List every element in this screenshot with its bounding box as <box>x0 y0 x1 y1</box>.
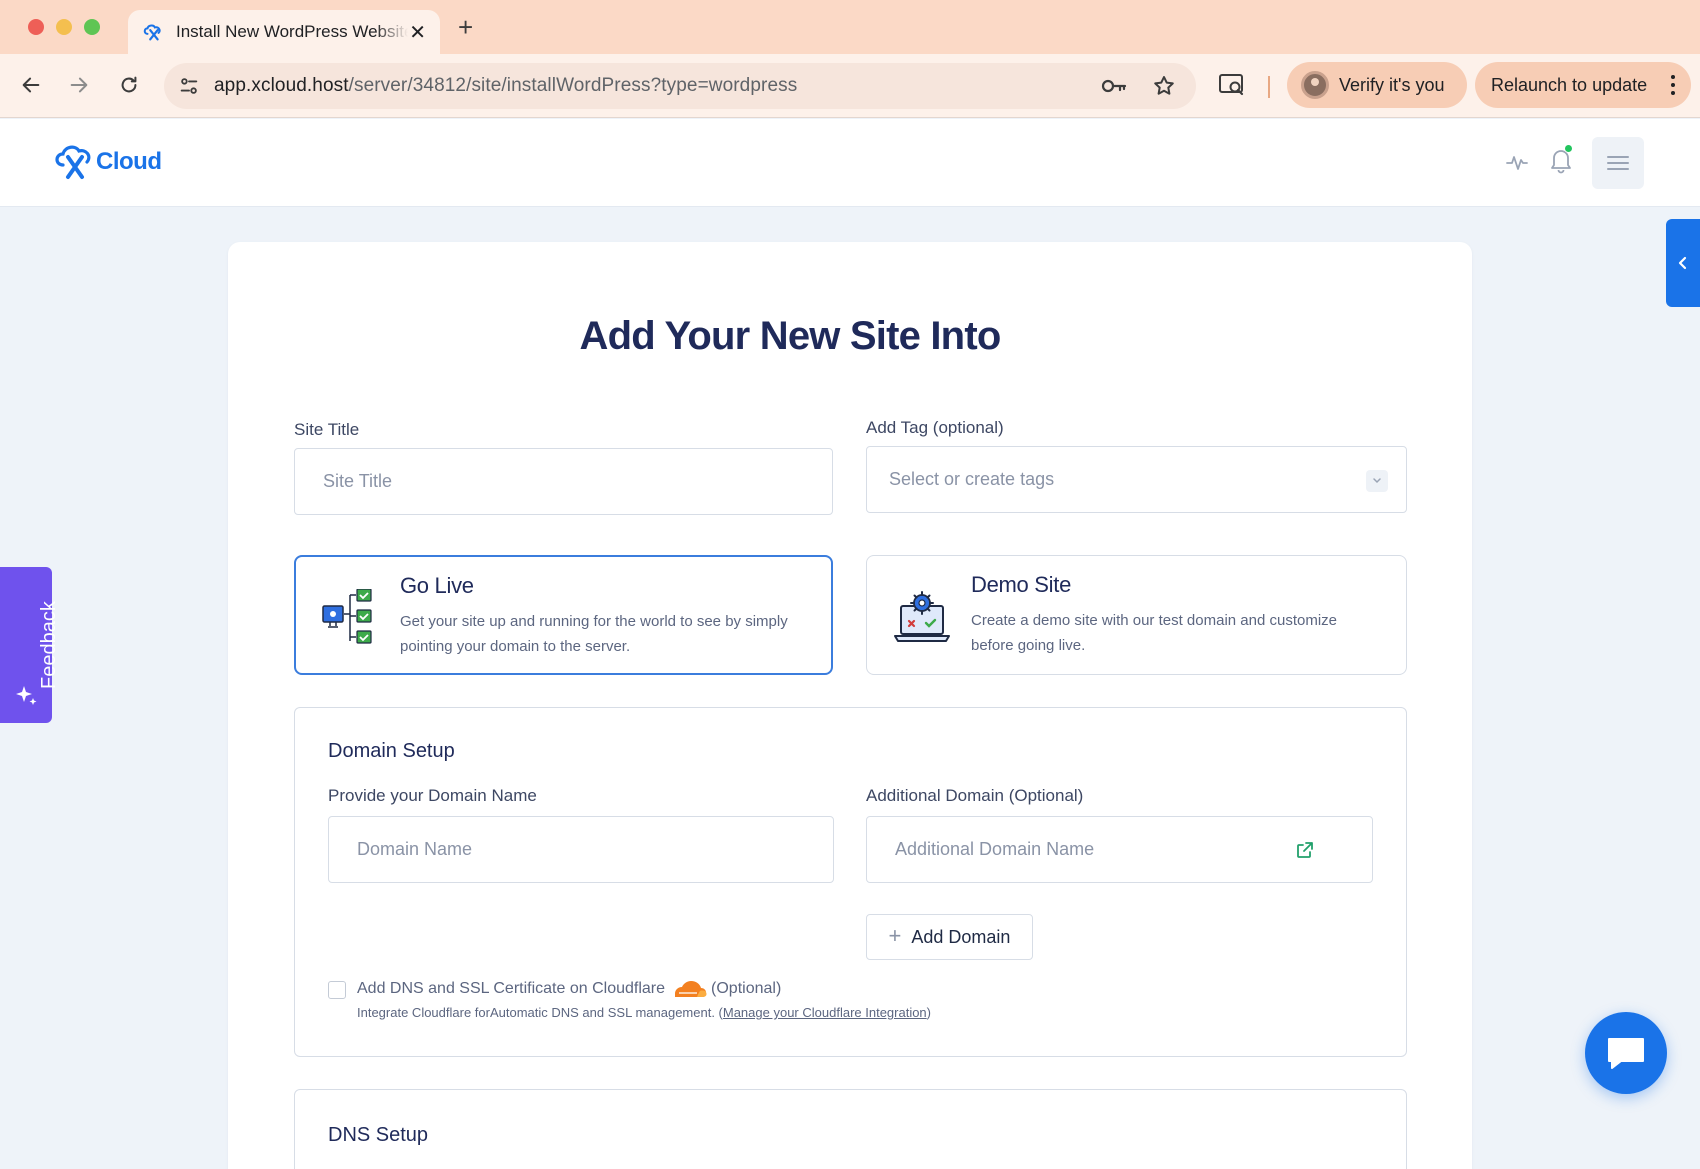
site-title-input[interactable] <box>294 448 833 515</box>
cloudflare-option-label: Add DNS and SSL Certificate on Cloudflar… <box>357 980 782 997</box>
dns-setup-title: DNS Setup <box>328 1124 429 1146</box>
verify-label: Verify it's you <box>1339 74 1445 95</box>
back-arrow-icon[interactable] <box>16 70 46 100</box>
notification-dot <box>1564 144 1573 153</box>
add-domain-label: Add Domain <box>911 926 1011 947</box>
additional-domain-label: Additional Domain (Optional) <box>866 786 1084 805</box>
add-site-card: Add Your New Site Into Site Title Add Ta… <box>228 242 1472 1169</box>
domain-name-input[interactable] <box>328 816 834 883</box>
dns-setup-section: DNS Setup <box>294 1089 1407 1169</box>
avatar <box>1301 71 1329 99</box>
domain-name-label: Provide your Domain Name <box>328 786 537 805</box>
verify-profile-button[interactable]: Verify it's you <box>1287 62 1467 108</box>
hamburger-icon <box>1607 156 1629 170</box>
plus-icon: + <box>888 923 902 948</box>
live-chat-button[interactable] <box>1585 1012 1667 1094</box>
external-link-icon[interactable] <box>1295 840 1315 860</box>
feedback-label: Feedback <box>38 601 60 689</box>
relaunch-button[interactable]: Relaunch to update <box>1475 62 1691 108</box>
chevron-left-icon <box>1678 256 1687 270</box>
logo-text: Cloud <box>96 148 162 175</box>
url-text: app.xcloud.host/server/34812/site/instal… <box>214 75 798 96</box>
new-tab-icon[interactable]: + <box>458 12 473 43</box>
tab-title: Install New WordPress Website <box>176 22 408 41</box>
close-window-button[interactable] <box>28 19 44 35</box>
toolbar-divider <box>1268 76 1270 98</box>
manage-cloudflare-link[interactable]: Manage your Cloudflare Integration <box>723 1005 927 1020</box>
forward-arrow-icon[interactable] <box>64 70 94 100</box>
server-checklist-icon <box>322 589 372 644</box>
page-title: Add Your New Site Into <box>579 314 1002 358</box>
cloudflare-checkbox[interactable] <box>328 981 346 999</box>
go-live-description: Get your site up and running for the wor… <box>400 613 788 655</box>
go-live-option[interactable]: Go Live Get your site up and running for… <box>294 555 833 675</box>
sparkle-icon <box>16 686 37 705</box>
maximize-window-button[interactable] <box>84 19 100 35</box>
tags-select-placeholder: Select or create tags <box>889 469 1055 489</box>
google-lens-icon[interactable] <box>1218 72 1246 98</box>
chat-bubble-icon <box>1608 1038 1644 1069</box>
relaunch-label: Relaunch to update <box>1491 74 1648 95</box>
reload-icon[interactable] <box>114 70 144 100</box>
domain-setup-section: Domain Setup Provide your Domain Name Ad… <box>294 707 1407 1057</box>
feedback-tab[interactable]: Feedback <box>0 567 60 723</box>
address-bar[interactable]: app.xcloud.host/server/34812/site/instal… <box>164 63 1196 109</box>
bookmark-star-icon[interactable] <box>1152 74 1176 98</box>
demo-site-description: Create a demo site with our test domain … <box>971 612 1338 654</box>
activity-pulse-icon[interactable] <box>1505 150 1529 174</box>
tags-select[interactable]: Select or create tags <box>866 446 1407 513</box>
side-panel-toggle[interactable] <box>1666 219 1700 307</box>
more-menu-icon[interactable] <box>1671 75 1675 99</box>
domain-setup-title: Domain Setup <box>328 740 455 762</box>
browser-toolbar: app.xcloud.host/server/34812/site/instal… <box>0 54 1700 118</box>
go-live-title: Go Live <box>400 573 474 598</box>
password-key-icon[interactable] <box>1100 75 1128 97</box>
hamburger-menu-button[interactable] <box>1592 137 1644 189</box>
site-settings-icon[interactable] <box>178 75 200 97</box>
xcloud-favicon-icon <box>143 24 161 41</box>
site-title-label: Site Title <box>294 420 360 439</box>
app-header: Cloud <box>0 119 1700 207</box>
xcloud-logo-icon <box>55 145 91 179</box>
add-tag-label: Add Tag (optional) <box>866 418 1004 437</box>
add-domain-button[interactable]: + Add Domain <box>866 914 1033 960</box>
browser-tab-bar: Install New WordPress Website ✕ + <box>0 0 1700 54</box>
cloudflare-note: Integrate Cloudflare forAutomatic DNS an… <box>357 1005 932 1020</box>
laptop-gear-icon <box>894 591 950 642</box>
demo-site-option[interactable]: Demo Site Create a demo site with our te… <box>866 555 1407 675</box>
chevron-down-icon <box>1366 470 1388 492</box>
demo-site-title: Demo Site <box>971 572 1072 597</box>
cloudflare-cloud-icon <box>675 981 707 997</box>
minimize-window-button[interactable] <box>56 19 72 35</box>
xcloud-logo[interactable]: Cloud <box>54 143 162 181</box>
browser-tab[interactable]: Install New WordPress Website ✕ <box>128 10 440 54</box>
close-tab-icon[interactable]: ✕ <box>409 20 426 45</box>
